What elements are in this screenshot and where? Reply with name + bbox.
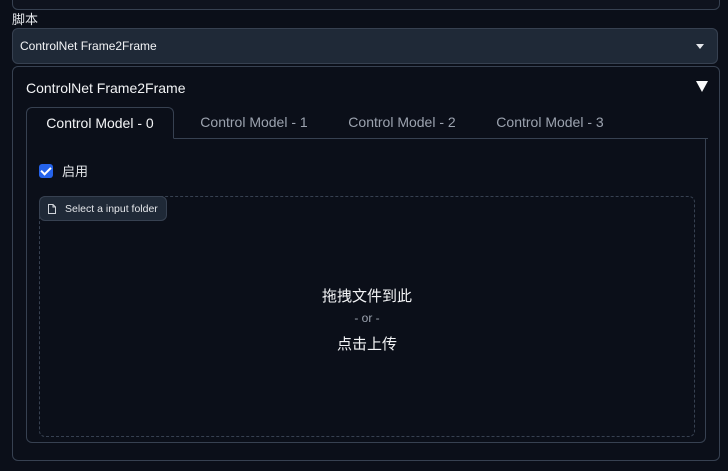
file-icon bbox=[48, 203, 56, 214]
accordion-title[interactable]: ControlNet Frame2Frame bbox=[26, 80, 186, 96]
collapse-triangle-icon[interactable] bbox=[696, 81, 708, 92]
previous-panel-box bbox=[12, 0, 720, 10]
tab-control-model-0[interactable]: Control Model - 0 bbox=[26, 107, 174, 139]
previous-panel-edge bbox=[0, 0, 728, 10]
file-dropzone[interactable]: Select a input folder 拖拽文件到此 - or - 点击上传 bbox=[39, 196, 695, 437]
dropzone-or-text: - or - bbox=[354, 311, 380, 325]
select-input-folder-label: Select a input folder bbox=[65, 202, 158, 215]
script-dropdown[interactable]: ControlNet Frame2Frame bbox=[12, 28, 718, 64]
enable-checkbox-row[interactable]: 启用 bbox=[39, 161, 88, 180]
tab-control-model-1[interactable]: Control Model - 1 bbox=[186, 107, 322, 138]
tab-control-model-3[interactable]: Control Model - 3 bbox=[482, 107, 618, 138]
dropzone-drag-text: 拖拽文件到此 bbox=[321, 288, 412, 305]
script-section-label: 脚本 bbox=[12, 12, 39, 27]
script-dropdown-value: ControlNet Frame2Frame bbox=[20, 39, 157, 53]
tab-panel-control-model-0: 启用 Select a input folder 拖拽文件到此 - or - 点… bbox=[26, 138, 706, 443]
tab-control-model-2[interactable]: Control Model - 2 bbox=[334, 107, 470, 138]
control-model-tabs: Control Model - 0 Control Model - 1 Cont… bbox=[26, 107, 708, 139]
dropzone-click-upload-text[interactable]: 点击上传 bbox=[40, 333, 694, 354]
enable-checkbox[interactable] bbox=[39, 163, 53, 178]
select-input-folder-button[interactable]: Select a input folder bbox=[39, 196, 167, 221]
controlnet-accordion: ControlNet Frame2Frame Control Model - 0… bbox=[12, 66, 720, 461]
chevron-down-icon bbox=[696, 44, 704, 49]
enable-checkbox-label: 启用 bbox=[62, 164, 89, 179]
